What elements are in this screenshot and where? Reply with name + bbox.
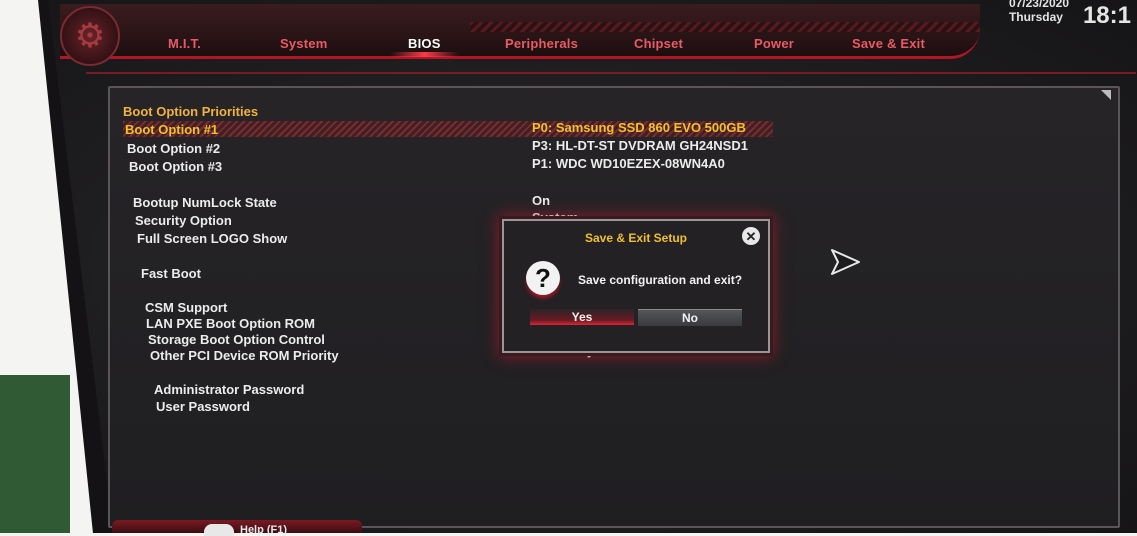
setting-label-numlock[interactable]: Bootup NumLock State: [133, 195, 277, 210]
setting-label-admin-password[interactable]: Administrator Password: [154, 382, 304, 397]
boot-option-priorities-heading: Boot Option Priorities: [123, 104, 259, 119]
setting-label-security-option[interactable]: Security Option: [135, 213, 232, 228]
setting-value-numlock[interactable]: On: [532, 193, 550, 208]
setting-label-user-password[interactable]: User Password: [156, 399, 250, 414]
dialog-title: Save & Exit Setup: [584, 231, 688, 245]
mouse-cursor-icon: [831, 249, 860, 275]
setting-label-storage-boot-control[interactable]: Storage Boot Option Control: [148, 332, 325, 347]
setting-label-fast-boot[interactable]: Fast Boot: [141, 266, 201, 281]
help-label[interactable]: Help (F1): [240, 524, 287, 536]
help-key-icon: [204, 524, 234, 536]
setting-label-boot-option-2[interactable]: Boot Option #2: [127, 141, 220, 156]
setting-label-lan-pxe[interactable]: LAN PXE Boot Option ROM: [146, 316, 315, 331]
setting-label-boot-option-3[interactable]: Boot Option #3: [129, 159, 222, 174]
setting-label-csm-support[interactable]: CSM Support: [145, 300, 227, 315]
yes-button[interactable]: Yes: [530, 309, 634, 325]
setting-value-boot-option-1[interactable]: P0: Samsung SSD 860 EVO 500GB: [532, 120, 746, 135]
setting-value-boot-option-2[interactable]: P3: HL-DT-ST DVDRAM GH24NSD1: [532, 138, 748, 153]
setting-label-full-screen-logo[interactable]: Full Screen LOGO Show: [137, 231, 287, 246]
setting-label-other-pci-rom[interactable]: Other PCI Device ROM Priority: [150, 348, 339, 363]
dialog-message: Save configuration and exit?: [578, 273, 743, 287]
no-button[interactable]: No: [638, 309, 742, 326]
close-icon[interactable]: ✕: [742, 227, 760, 245]
save-exit-dialog: Save & Exit Setup ✕ ? Save configuration…: [502, 219, 770, 353]
question-icon: ?: [526, 261, 560, 295]
bottom-help-strip: [112, 520, 362, 533]
setting-label-boot-option-1[interactable]: Boot Option #1: [125, 122, 218, 137]
setting-value-boot-option-3[interactable]: P1: WDC WD10EZEX-08WN4A0: [532, 156, 725, 171]
